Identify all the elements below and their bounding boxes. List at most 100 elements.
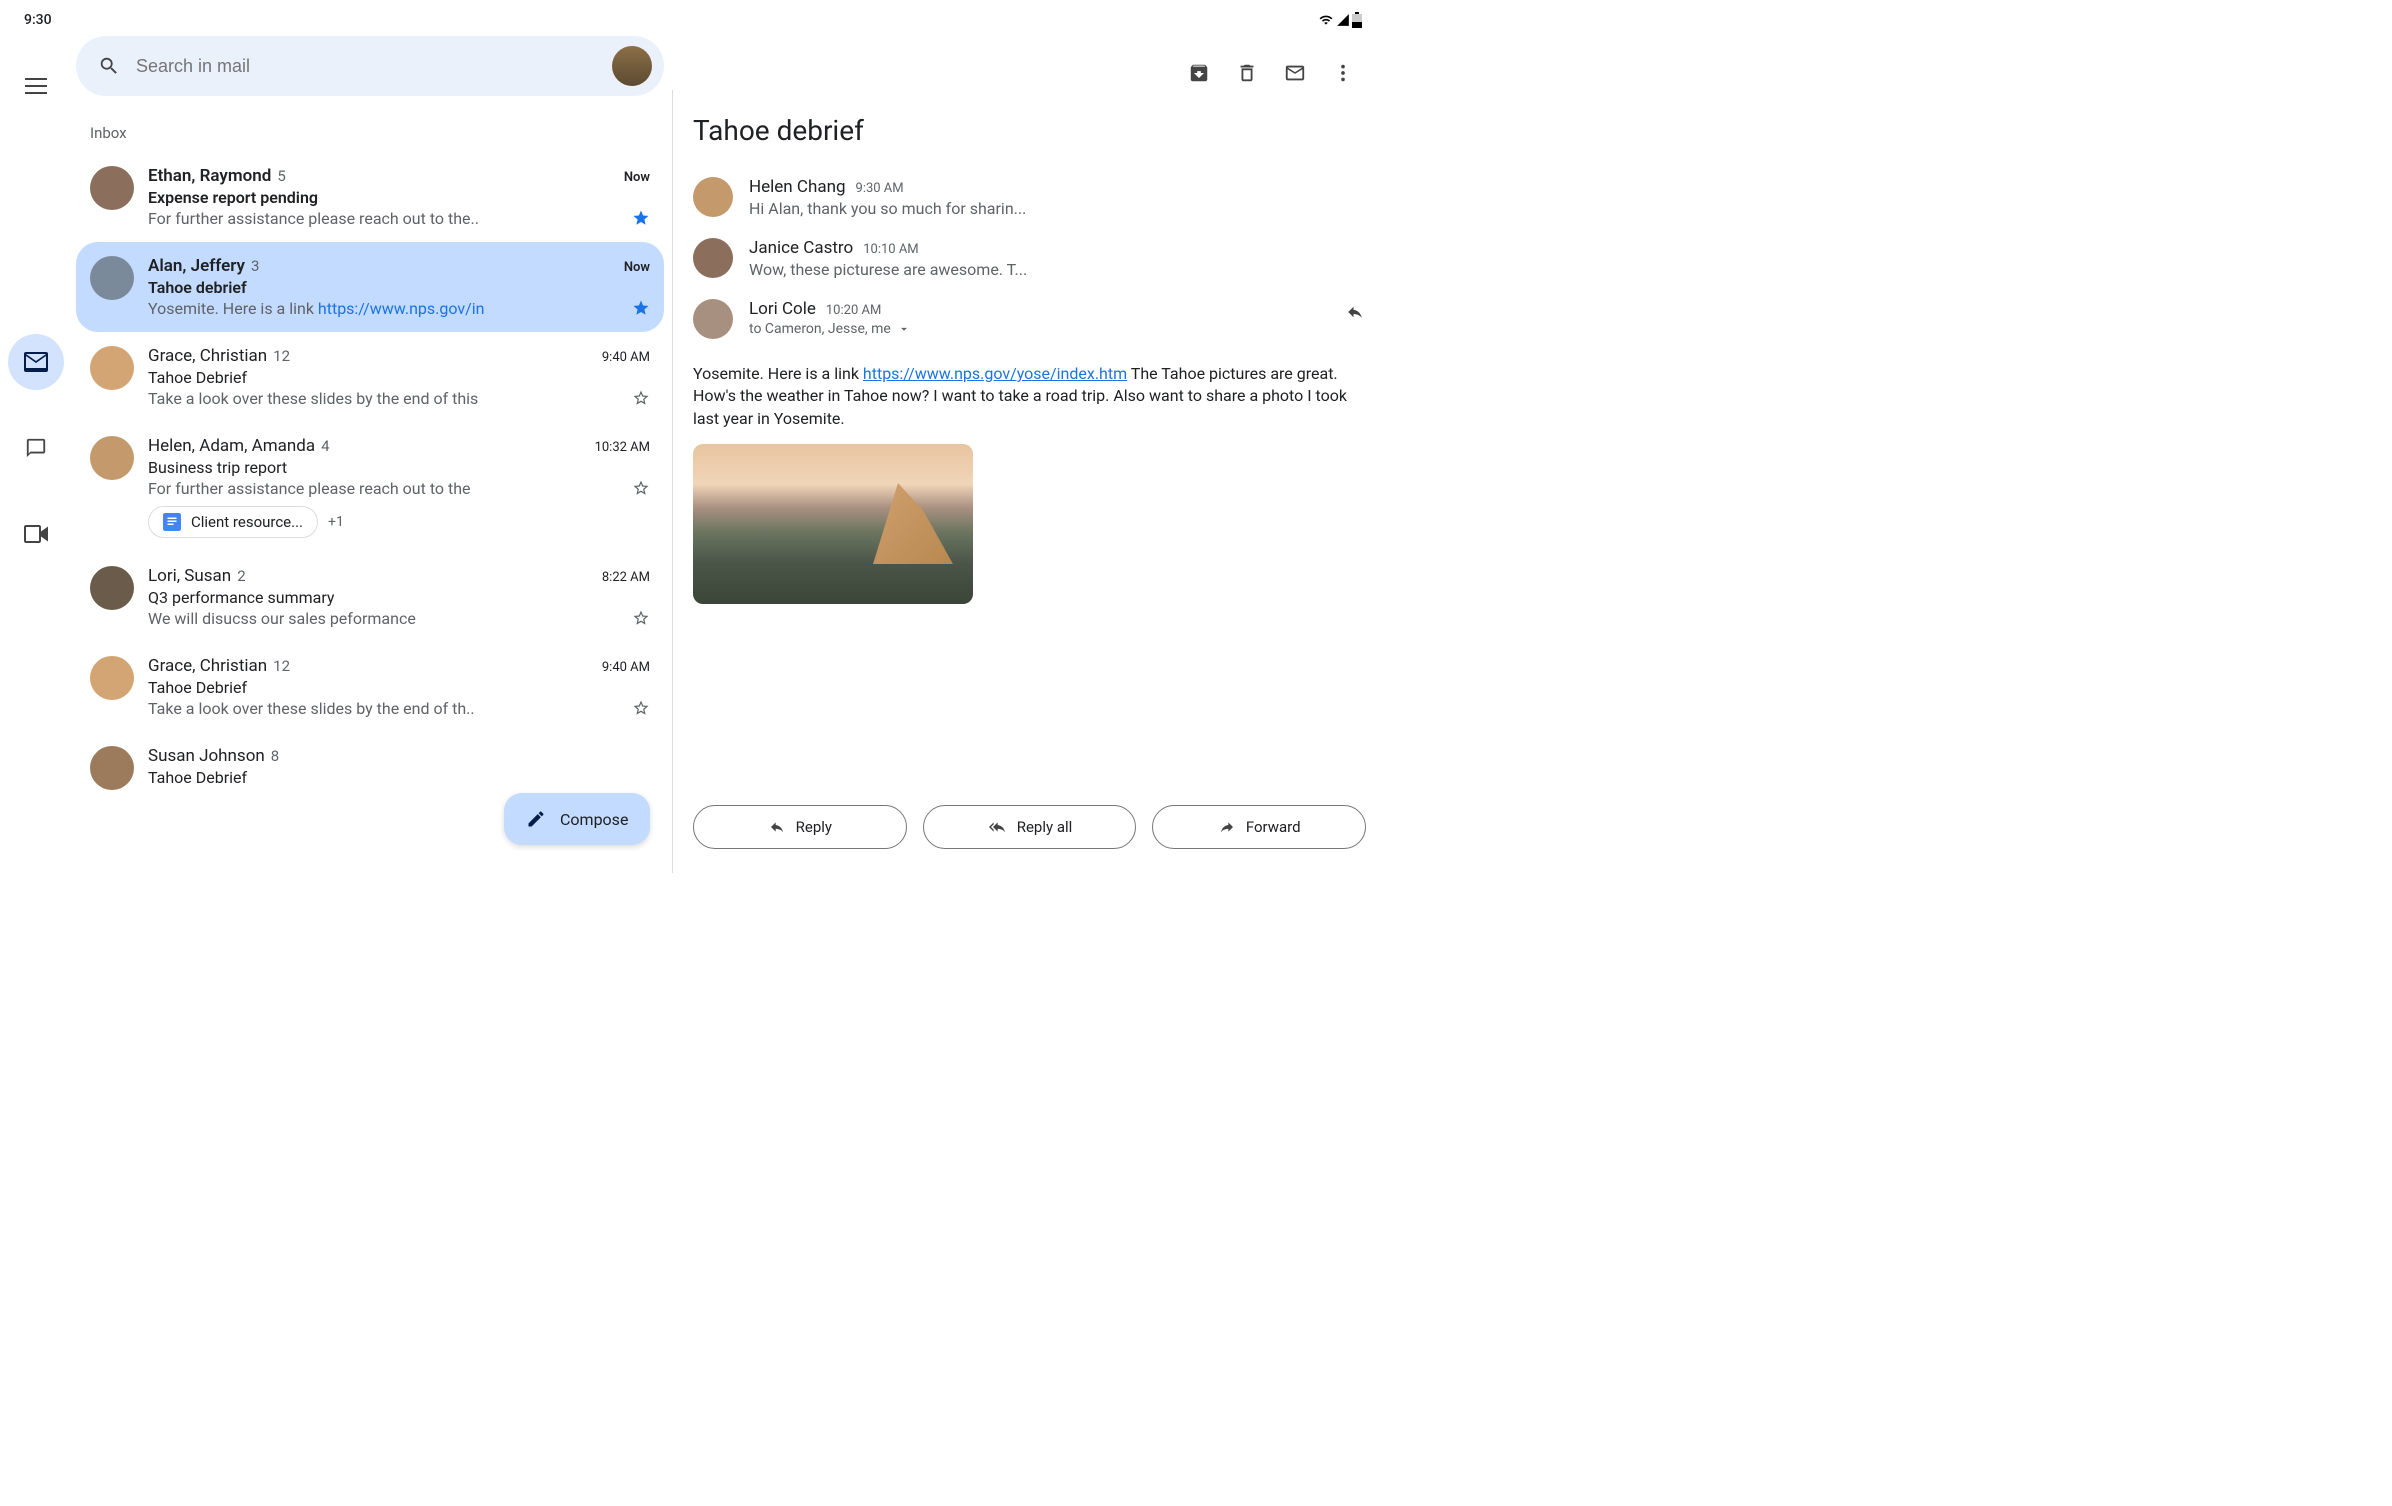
- message-recipients[interactable]: to Cameron, Jesse, me: [749, 321, 911, 337]
- menu-button[interactable]: [25, 78, 47, 94]
- snippet-link[interactable]: https://www.nps.gov/in: [318, 299, 485, 318]
- nav-mail[interactable]: [8, 334, 64, 390]
- thread-item[interactable]: Alan, Jeffery3 Now Tahoe debrief Yosemit…: [76, 242, 664, 332]
- sender-avatar: [90, 746, 134, 790]
- sender-avatar: [90, 566, 134, 610]
- archive-button[interactable]: [1188, 62, 1210, 84]
- thread-sender: Lori, Susan2: [148, 566, 246, 586]
- thread-subject: Expense report pending: [148, 188, 650, 207]
- attached-image[interactable]: [693, 444, 973, 604]
- thread-subject: Tahoe Debrief: [148, 368, 650, 387]
- thread-sender: Grace, Christian12: [148, 346, 290, 366]
- star-button[interactable]: [632, 479, 650, 497]
- thread-sender: Helen, Adam, Amanda4: [148, 436, 330, 456]
- reply-icon: [768, 819, 786, 835]
- thread-snippet: Take a look over these slides by the end…: [148, 389, 478, 408]
- pencil-icon: [526, 809, 546, 829]
- attachment-chip[interactable]: Client resource...: [148, 506, 318, 538]
- star-outline-icon: [632, 479, 650, 497]
- reply-all-button[interactable]: Reply all: [923, 805, 1137, 849]
- thread-time: 9:40 AM: [602, 660, 650, 675]
- more-button[interactable]: [1332, 62, 1354, 84]
- reply-button[interactable]: Reply: [693, 805, 907, 849]
- thread-subject: Tahoe Debrief: [148, 678, 650, 697]
- message-sender: Janice Castro: [749, 238, 853, 258]
- thread-sender: Alan, Jeffery3: [148, 256, 259, 276]
- message-time: 10:20 AM: [826, 303, 881, 318]
- thread-sender: Susan Johnson8: [148, 746, 279, 766]
- sender-avatar: [90, 256, 134, 300]
- forward-button[interactable]: Forward: [1152, 805, 1366, 849]
- message-time: 9:30 AM: [856, 181, 904, 196]
- thread-snippet: For further assistance please reach out …: [148, 209, 479, 228]
- star-outline-icon: [632, 699, 650, 717]
- thread-snippet: We will disucss our sales peformance: [148, 609, 416, 628]
- thread-item[interactable]: Grace, Christian12 9:40 AM Tahoe Debrief…: [76, 332, 664, 422]
- trash-icon: [1236, 62, 1258, 84]
- conversation-subject: Tahoe debrief: [693, 104, 1366, 167]
- star-outline-icon: [632, 389, 650, 407]
- doc-icon: [163, 513, 181, 531]
- star-button[interactable]: [632, 299, 650, 317]
- thread-sender: Ethan, Raymond5: [148, 166, 286, 186]
- star-button[interactable]: [632, 389, 650, 407]
- profile-avatar[interactable]: [612, 46, 652, 86]
- thread-time: 9:40 AM: [602, 350, 650, 365]
- attachment-extra: +1: [328, 514, 344, 530]
- mail-icon: [1284, 62, 1306, 84]
- status-time: 9:30: [24, 12, 52, 28]
- thread-time: 8:22 AM: [602, 570, 650, 585]
- status-icons: [1318, 12, 1362, 28]
- search-input[interactable]: [136, 56, 596, 77]
- star-button[interactable]: [632, 699, 650, 717]
- thread-subject: Q3 performance summary: [148, 588, 650, 607]
- chat-icon: [25, 437, 47, 459]
- message-preview: Wow, these picturese are awesome. T...: [749, 260, 1366, 279]
- signal-icon: [1336, 13, 1350, 27]
- message-preview: Hi Alan, thank you so much for sharin...: [749, 199, 1366, 218]
- delete-button[interactable]: [1236, 62, 1258, 84]
- thread-time: Now: [624, 260, 650, 275]
- thread-subject: Business trip report: [148, 458, 650, 477]
- mail-icon: [24, 352, 48, 372]
- thread-item[interactable]: Ethan, Raymond5 Now Expense report pendi…: [76, 152, 664, 242]
- message-avatar: [693, 238, 733, 278]
- video-icon: [24, 525, 48, 543]
- thread-sender: Grace, Christian12: [148, 656, 290, 676]
- message-sender: Helen Chang: [749, 177, 846, 197]
- star-outline-icon: [632, 609, 650, 627]
- star-button[interactable]: [632, 209, 650, 227]
- chip-label: Client resource...: [191, 513, 303, 531]
- thread-list: Ethan, Raymond5 Now Expense report pendi…: [76, 152, 664, 873]
- nav-meet[interactable]: [8, 506, 64, 562]
- thread-snippet: Take a look over these slides by the end…: [148, 699, 475, 718]
- message-sender: Lori Cole: [749, 299, 816, 319]
- star-filled-icon: [632, 299, 650, 317]
- search-bar[interactable]: [76, 36, 664, 96]
- message-avatar: [693, 299, 733, 339]
- reply-icon-button[interactable]: [1344, 299, 1366, 321]
- compose-button[interactable]: Compose: [504, 793, 650, 845]
- chevron-down-icon: [897, 322, 911, 336]
- thread-item[interactable]: Helen, Adam, Amanda4 10:32 AM Business t…: [76, 422, 664, 552]
- message-time: 10:10 AM: [863, 242, 918, 257]
- more-vert-icon: [1332, 62, 1354, 84]
- nav-chat[interactable]: [8, 420, 64, 476]
- message-collapsed[interactable]: Helen Chang 9:30 AM Hi Alan, thank you s…: [693, 167, 1366, 228]
- star-filled-icon: [632, 209, 650, 227]
- search-icon: [98, 55, 120, 77]
- star-button[interactable]: [632, 609, 650, 627]
- reply-icon: [1344, 303, 1366, 321]
- thread-subject: Tahoe debrief: [148, 278, 650, 297]
- message-expanded: Lori Cole 10:20 AM to Cameron, Jesse, me: [693, 289, 1366, 349]
- thread-subject: Tahoe Debrief: [148, 768, 650, 787]
- message-collapsed[interactable]: Janice Castro 10:10 AM Wow, these pictur…: [693, 228, 1366, 289]
- thread-time: Now: [624, 170, 650, 185]
- wifi-icon: [1318, 13, 1334, 27]
- thread-time: 10:32 AM: [595, 440, 650, 455]
- mark-unread-button[interactable]: [1284, 62, 1306, 84]
- body-link[interactable]: https://www.nps.gov/yose/index.htm: [863, 364, 1127, 383]
- thread-item[interactable]: Grace, Christian12 9:40 AM Tahoe Debrief…: [76, 642, 664, 732]
- sender-avatar: [90, 346, 134, 390]
- thread-item[interactable]: Lori, Susan2 8:22 AM Q3 performance summ…: [76, 552, 664, 642]
